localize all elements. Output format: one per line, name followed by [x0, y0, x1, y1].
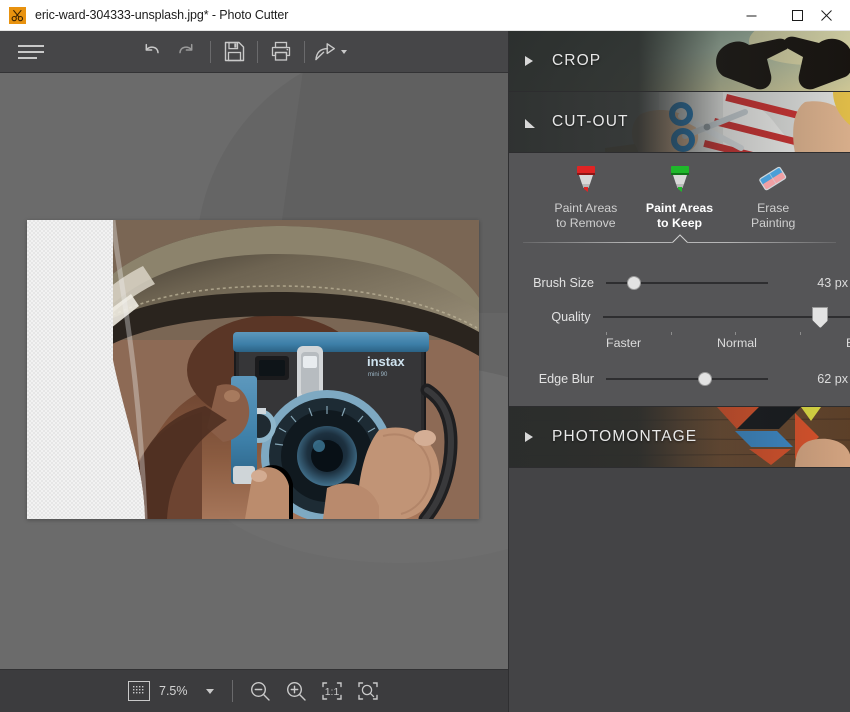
maximize-button[interactable] — [774, 0, 820, 31]
slider-label: Edge Blur — [538, 372, 594, 386]
chevron-right-icon[interactable] — [525, 55, 537, 67]
undo-button[interactable] — [133, 36, 169, 68]
status-bar: 7.5% 1:1 — [0, 669, 508, 712]
green-marker-icon — [664, 165, 696, 193]
fit-to-window-button[interactable] — [350, 674, 386, 708]
slider-handle[interactable] — [626, 276, 641, 290]
photo-artwork: instax mini 90 — [110, 220, 479, 519]
chevron-right-icon[interactable] — [525, 431, 537, 443]
slider-value: 43 px — [817, 276, 848, 290]
section-header-cutout[interactable]: CUT-OUT — [509, 92, 850, 153]
slider-brush-size[interactable]: Brush Size 43 px — [509, 270, 850, 296]
slider-handle[interactable] — [812, 307, 829, 328]
slider-track[interactable] — [606, 369, 768, 389]
actual-size-button[interactable]: 1:1 — [314, 674, 350, 708]
quality-tick — [799, 332, 801, 335]
slider-label: Quality — [551, 310, 591, 324]
slider-quality[interactable]: Quality — [509, 304, 850, 330]
quality-legend-normal: Normal — [717, 336, 757, 350]
slider-edge-blur[interactable]: Edge Blur 62 px — [509, 366, 850, 392]
slider-track[interactable] — [606, 273, 768, 293]
minimize-button[interactable] — [728, 0, 774, 31]
cutout-panel-body: Paint Areas to Remove Paint Areas to Kee… — [509, 153, 850, 407]
toolbar-separator — [304, 40, 305, 63]
slider-label: Brush Size — [533, 276, 594, 290]
zoom-out-button[interactable] — [242, 674, 278, 708]
statusbar-separator — [232, 680, 233, 702]
red-marker-icon — [570, 165, 602, 193]
tool-erase-painting[interactable]: Erase Painting — [726, 161, 820, 231]
tool-label: Paint Areas to Remove — [554, 201, 618, 230]
quality-tick — [670, 332, 672, 335]
chevron-up-icon[interactable] — [525, 116, 537, 128]
quality-tick — [735, 332, 736, 335]
svg-text:instax: instax — [367, 354, 405, 369]
tool-paint-areas-to-keep[interactable]: Paint Areas to Keep — [633, 161, 727, 231]
chevron-down-icon[interactable] — [205, 688, 214, 694]
main-toolbar — [0, 31, 508, 73]
quality-legend-faster: Faster — [606, 336, 642, 350]
tool-label: Erase Painting — [750, 201, 796, 230]
active-tool-indicator — [523, 234, 836, 254]
active-tool-caret — [671, 234, 688, 244]
slider-track[interactable] — [602, 307, 850, 328]
share-dropdown-icon[interactable] — [341, 49, 347, 54]
section-header-crop[interactable]: CROP — [509, 31, 850, 92]
cutout-sliders: Brush Size 43 px Quality Faster Normal E… — [509, 254, 850, 406]
section-label-crop: CROP — [552, 52, 602, 69]
toolbar-separator — [210, 40, 211, 63]
tools-panel: CROP CUT-OUT Paint Areas to Remove Paint… — [508, 31, 850, 712]
slider-handle[interactable] — [697, 372, 712, 386]
section-header-photomontage[interactable]: PHOTOMONTAGE — [509, 407, 850, 468]
print-button[interactable] — [263, 36, 299, 68]
redo-button[interactable] — [169, 36, 205, 68]
cutout-tool-row: Paint Areas to Remove Paint Areas to Kee… — [509, 161, 850, 231]
toolbar-separator — [257, 40, 258, 63]
title-bar: eric-ward-304333-unsplash.jpg* - Photo C… — [0, 0, 850, 31]
tool-label: Paint Areas to Keep — [645, 201, 714, 230]
svg-text:1:1: 1:1 — [325, 686, 340, 698]
window-title: eric-ward-304333-unsplash.jpg* - Photo C… — [35, 8, 289, 22]
photo-image[interactable]: instax mini 90 — [27, 220, 479, 519]
tool-paint-areas-to-remove[interactable]: Paint Areas to Remove — [539, 161, 633, 231]
close-button[interactable] — [820, 0, 850, 31]
svg-text:mini 90: mini 90 — [368, 372, 388, 378]
app-icon — [9, 6, 26, 24]
zoom-percentage: 7.5% — [159, 684, 188, 698]
hamburger-menu-icon[interactable] — [18, 41, 44, 63]
quality-legend: Faster Normal Better — [606, 336, 850, 352]
zoom-level-control[interactable]: 7.5% — [128, 681, 214, 701]
quality-legend-better: Better — [846, 336, 850, 350]
quality-tick — [606, 332, 607, 335]
section-label-photomontage: PHOTOMONTAGE — [552, 428, 698, 445]
eraser-icon — [757, 165, 789, 193]
slider-value: 62 px — [817, 372, 848, 386]
section-label-cutout: CUT-OUT — [552, 113, 629, 130]
zoom-in-button[interactable] — [278, 674, 314, 708]
image-canvas[interactable]: instax mini 90 — [0, 73, 508, 669]
save-button[interactable] — [216, 36, 252, 68]
window-controls — [728, 0, 850, 31]
pixel-grid-icon[interactable] — [128, 681, 150, 701]
share-button[interactable] — [310, 36, 340, 68]
